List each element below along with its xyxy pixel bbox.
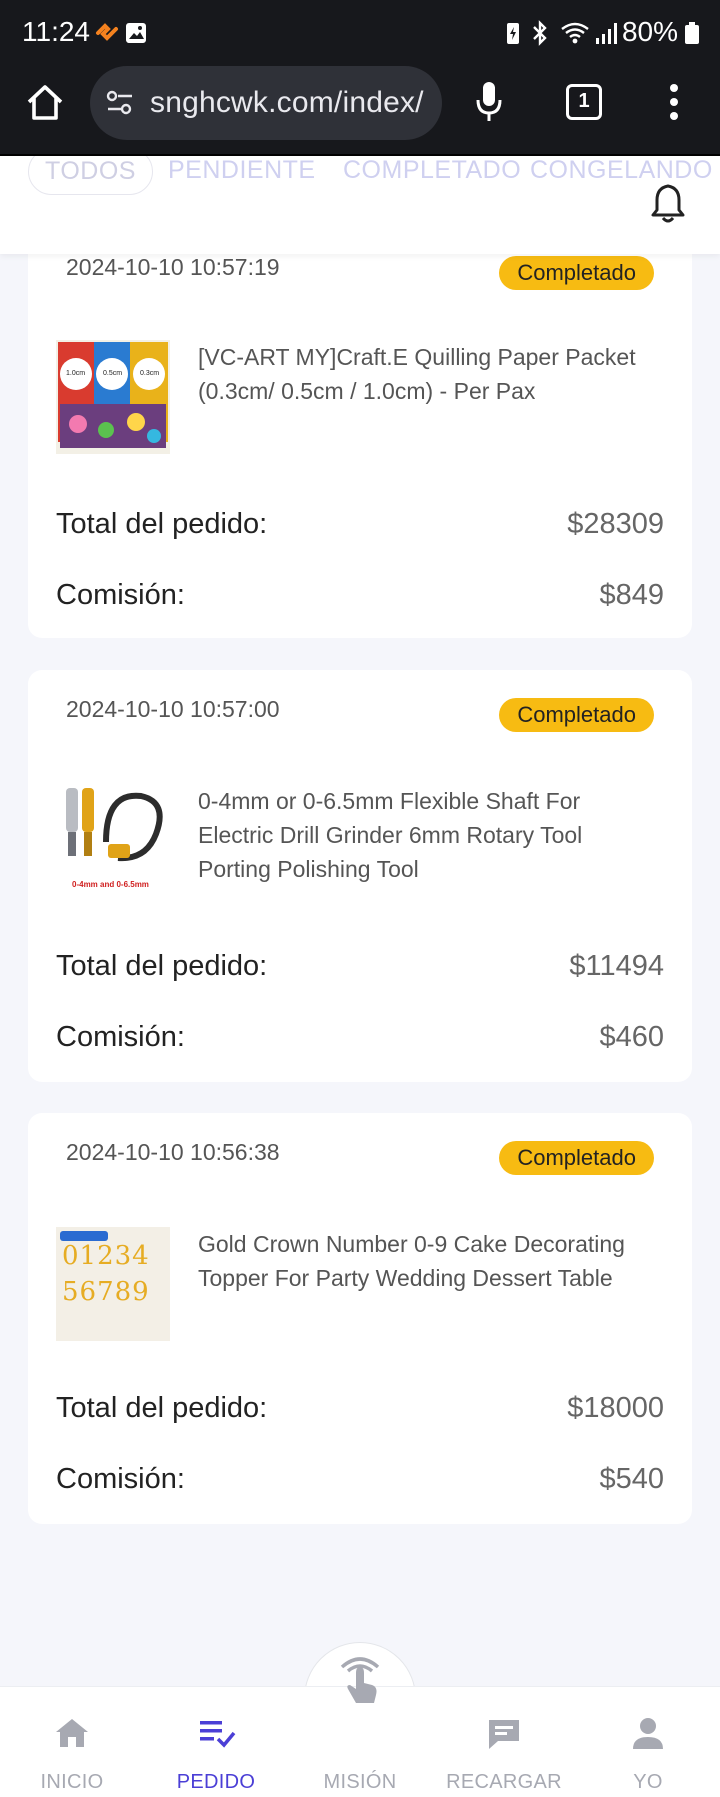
order-total-label: Total del pedido: (56, 950, 268, 982)
microphone-icon[interactable] (474, 80, 504, 124)
commission-value: $540 (599, 1463, 664, 1495)
quilling-paper-thumbnail (56, 340, 170, 454)
nav-label: PEDIDO (176, 1771, 256, 1793)
thumb-label: 1.0cm (66, 370, 86, 377)
thumb-caption: 0-4mm and 0-6.5mm (72, 880, 149, 889)
chat-icon (489, 1720, 519, 1749)
app-notification-icon (96, 23, 118, 41)
url-text: snghcwk.com/index/ (150, 86, 424, 119)
product-image: 01234 56789 (56, 1227, 170, 1341)
thumb-logo-bar (60, 1231, 108, 1241)
product-name: Gold Crown Number 0-9 Cake Decorating To… (198, 1231, 625, 1291)
browser-toolbar: snghcwk.com/index/ 1 (0, 64, 720, 156)
nav-pedido[interactable]: PEDIDO (144, 1687, 288, 1797)
home-button-icon[interactable] (24, 82, 66, 124)
signal-icon (596, 23, 617, 44)
bottom-navigation: INICIO PEDIDO MISIÓN RECARGAR YO (0, 1657, 720, 1797)
site-settings-icon[interactable] (104, 88, 136, 118)
address-bar[interactable]: snghcwk.com/index/ (90, 66, 442, 140)
order-total-value: $11494 (569, 950, 664, 982)
order-date: 2024-10-10 10:57:19 (66, 254, 280, 280)
order-card[interactable]: 2024-10-10 10:57:00 Completado 0-4mm and… (28, 670, 692, 1082)
battery-icon (685, 22, 699, 44)
person-icon (633, 1718, 663, 1749)
thumb-digits: 01234 (62, 1241, 150, 1271)
tap-hand-icon (340, 1657, 380, 1703)
nav-recargar[interactable]: RECARGAR (432, 1687, 576, 1797)
commission-label: Comisión: (56, 1021, 185, 1053)
commission-value: $460 (599, 1021, 664, 1053)
order-card[interactable]: 2024-10-10 10:57:19 Completado 1.0cm 0.5… (28, 218, 692, 638)
nav-mision[interactable]: MISIÓN (288, 1657, 432, 1797)
product-name: [VC-ART MY]Craft.E Quilling Paper Packet… (198, 344, 636, 404)
bell-icon[interactable] (650, 182, 686, 224)
status-badge: Completado (499, 698, 654, 732)
nav-label: INICIO (40, 1771, 104, 1793)
status-badge: Completado (499, 256, 654, 290)
order-total-value: $28309 (567, 508, 664, 540)
tab-count: 1 (578, 90, 590, 112)
tab-congelando[interactable]: CONGELANDO (530, 156, 713, 185)
bluetooth-icon (533, 20, 547, 46)
commission-label: Comisión: (56, 579, 185, 611)
order-total-label: Total del pedido: (56, 508, 268, 540)
product-name: 0-4mm or 0-6.5mm Flexible Shaft For Elec… (198, 788, 583, 882)
order-date: 2024-10-10 10:57:00 (66, 696, 280, 722)
status-time: 11:24 (22, 16, 90, 47)
nav-label: YO (633, 1771, 663, 1793)
tab-pendiente[interactable]: PENDIENTE (168, 156, 316, 185)
order-total-label: Total del pedido: (56, 1392, 268, 1424)
nav-label: MISIÓN (323, 1771, 397, 1793)
more-menu-icon[interactable] (666, 82, 682, 122)
commission-label: Comisión: (56, 1463, 185, 1495)
nav-yo[interactable]: YO (576, 1687, 720, 1797)
order-total-value: $18000 (567, 1392, 664, 1424)
order-date: 2024-10-10 10:56:38 (66, 1139, 280, 1165)
flexible-shaft-thumbnail (56, 782, 170, 896)
status-bar: 11:24 80% (0, 0, 720, 64)
thumb-digits: 56789 (62, 1277, 150, 1307)
nav-inicio[interactable]: INICIO (0, 1687, 144, 1797)
image-notification-icon (126, 23, 146, 43)
battery-percent: 80% (621, 16, 678, 47)
order-card[interactable]: 2024-10-10 10:56:38 Completado 01234 567… (28, 1113, 692, 1524)
battery-saver-icon (507, 23, 519, 44)
tab-switcher-button[interactable]: 1 (566, 84, 602, 120)
commission-value: $849 (599, 579, 664, 611)
thumb-label: 0.3cm (140, 370, 160, 377)
status-badge: Completado (499, 1141, 654, 1175)
order-list-icon (200, 1721, 236, 1748)
thumb-label: 0.5cm (103, 370, 123, 377)
nav-label: RECARGAR (446, 1771, 562, 1793)
wifi-icon (561, 22, 589, 44)
order-filter-header: TODOS PENDIENTE COMPLETADO CONGELANDO (0, 156, 720, 254)
tab-completado[interactable]: COMPLETADO (343, 156, 521, 185)
home-icon (56, 1719, 88, 1747)
tab-todos[interactable]: TODOS (28, 156, 153, 195)
product-image: 1.0cm 0.5cm 0.3cm (56, 340, 170, 454)
product-image: 0-4mm and 0-6.5mm (56, 782, 170, 896)
